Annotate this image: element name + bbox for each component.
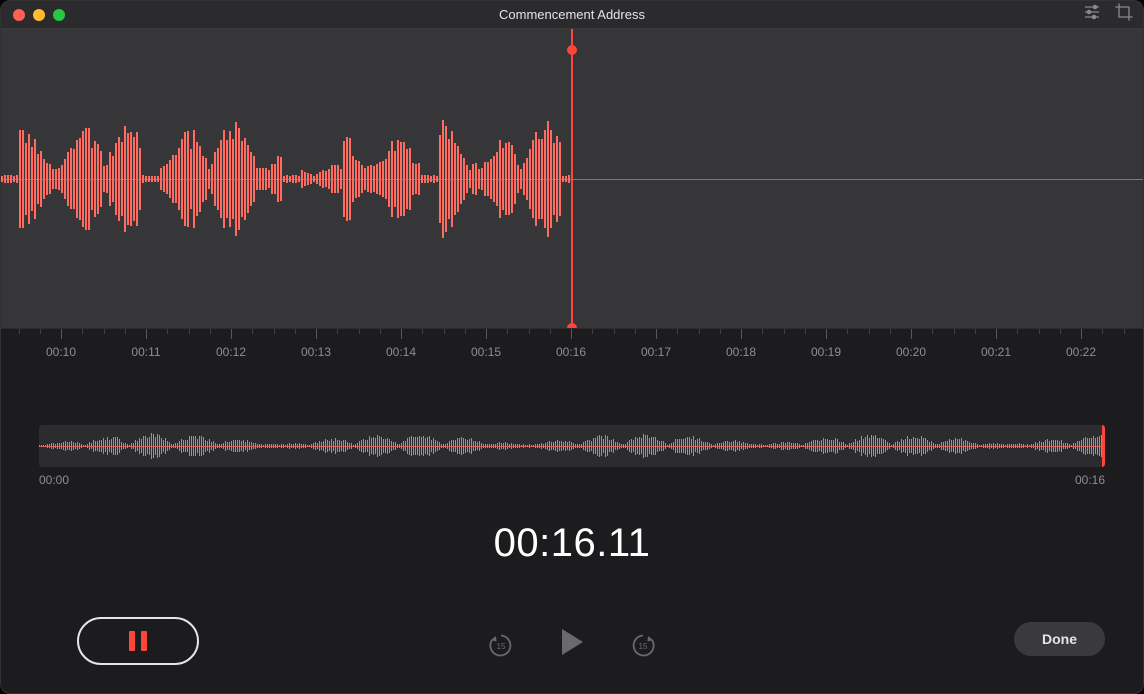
waveform-zoom-view[interactable] [1,29,1143,329]
ruler-label: 00:13 [301,345,331,359]
ruler-label: 00:19 [811,345,841,359]
ruler-label: 00:21 [981,345,1011,359]
minimize-window-button[interactable] [33,9,45,21]
current-timecode: 00:16.11 [1,521,1143,566]
skip-back-seconds-label: 15 [488,642,514,651]
skip-forward-seconds-label: 15 [630,642,656,651]
ruler-label: 00:17 [641,345,671,359]
play-button[interactable] [559,627,585,662]
ruler-ticks: 00:1000:1100:1200:1300:1400:1500:1600:17… [1,329,1143,341]
enhance-icon[interactable] [1083,3,1101,26]
app-window: Commencement Address 00:10 00:11 00:12 00:1… [0,0,1144,694]
window-title: Commencement Address [1,7,1143,22]
ruler-label: 00:16 [556,345,586,359]
titlebar-toolbar [1083,3,1133,26]
done-button[interactable]: Done [1014,622,1105,656]
ruler-label: 00:18 [726,345,756,359]
overview-playhead[interactable] [1102,425,1105,467]
time-ruler[interactable]: 00:10 00:11 00:12 00:13 00:14 00:15 00:16 00:17… [1,329,1143,385]
overview-start-time: 00:00 [39,473,69,487]
transport-controls: 15 15 Done [1,613,1143,671]
zoom-window-button[interactable] [53,9,65,21]
overview-end-time: 00:16 [1075,473,1105,487]
waveform-overview[interactable]: 00:00 00:16 [39,425,1105,487]
trim-icon[interactable] [1115,3,1133,26]
ruler-label: 00:12 [216,345,246,359]
pause-icon [129,631,135,651]
pause-icon [141,631,147,651]
playhead[interactable] [571,29,573,328]
skip-forward-15-button[interactable]: 15 [630,632,656,658]
close-window-button[interactable] [13,9,25,21]
ruler-label: 00:20 [896,345,926,359]
overview-canvas [39,425,1105,467]
skip-back-15-button[interactable]: 15 [488,632,514,658]
ruler-label: 00:22 [1066,345,1096,359]
pause-button[interactable] [77,617,199,665]
ruler-label: 00:11 [131,345,160,359]
traffic-lights [13,9,65,21]
ruler-label: 00:15 [471,345,501,359]
ruler-label: 00:10 [46,345,76,359]
ruler-label: 00:14 [386,345,416,359]
titlebar: Commencement Address [1,1,1143,29]
